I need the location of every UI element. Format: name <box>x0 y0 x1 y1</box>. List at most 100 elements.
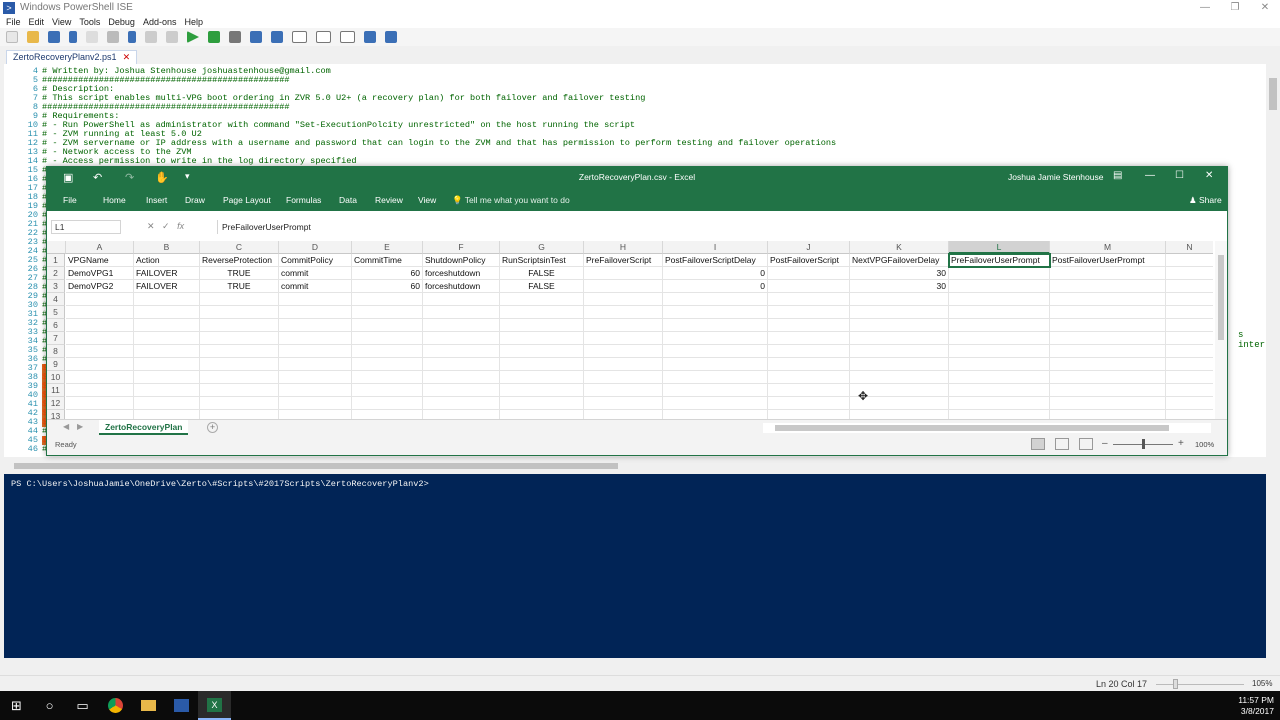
cell-h7[interactable] <box>584 332 663 345</box>
menu-item-view[interactable]: View <box>52 17 71 27</box>
cell-f9[interactable] <box>423 358 500 371</box>
normal-view-icon[interactable] <box>1031 438 1045 450</box>
cell-i9[interactable] <box>663 358 768 371</box>
cell-f2[interactable]: forceshutdown <box>423 267 500 280</box>
cell-j12[interactable] <box>768 397 850 410</box>
cell-d12[interactable] <box>279 397 352 410</box>
cell-f10[interactable] <box>423 371 500 384</box>
cell-c2[interactable]: TRUE <box>200 267 279 280</box>
column-header-m[interactable]: M <box>1050 241 1166 254</box>
cell-k1[interactable]: NextVPGFailoverDelay <box>850 254 949 267</box>
ribbon-tab-file[interactable]: File <box>63 195 77 205</box>
ribbon-tab-insert[interactable]: Insert <box>146 195 167 205</box>
cell-g8[interactable] <box>500 345 584 358</box>
cell-f1[interactable]: ShutdownPolicy <box>423 254 500 267</box>
cell-g6[interactable] <box>500 319 584 332</box>
cell-g12[interactable] <box>500 397 584 410</box>
cell-i8[interactable] <box>663 345 768 358</box>
excel-window[interactable]: ▣ ↶ ↷ ✋ ▾ ZertoRecoveryPlan.csv - Excel … <box>46 166 1228 456</box>
cell-e11[interactable] <box>352 384 423 397</box>
cell-a3[interactable]: DemoVPG2 <box>66 280 134 293</box>
cell-m7[interactable] <box>1050 332 1166 345</box>
editor-hscroll-thumb[interactable] <box>14 463 618 469</box>
ribbon-tab-view[interactable]: View <box>418 195 436 205</box>
cell-d11[interactable] <box>279 384 352 397</box>
row-header[interactable]: 7 <box>47 332 65 345</box>
cell-h13[interactable] <box>584 410 663 419</box>
cell-a7[interactable] <box>66 332 134 345</box>
cell-j5[interactable] <box>768 306 850 319</box>
column-header-g[interactable]: G <box>500 241 584 254</box>
column-header-i[interactable]: I <box>663 241 768 254</box>
cell-d5[interactable] <box>279 306 352 319</box>
cell-d7[interactable] <box>279 332 352 345</box>
undo-icon[interactable] <box>145 31 157 43</box>
cell-b9[interactable] <box>134 358 200 371</box>
cell-m10[interactable] <box>1050 371 1166 384</box>
cell-b13[interactable] <box>134 410 200 419</box>
cell-a12[interactable] <box>66 397 134 410</box>
cell-d9[interactable] <box>279 358 352 371</box>
cell-d3[interactable]: commit <box>279 280 352 293</box>
cell-b2[interactable]: FAILOVER <box>134 267 200 280</box>
cell-f13[interactable] <box>423 410 500 419</box>
column-header-h[interactable]: H <box>584 241 663 254</box>
remote-powershell-icon[interactable] <box>250 31 262 43</box>
cut-icon[interactable] <box>69 31 77 43</box>
tell-me-box[interactable]: 💡 Tell me what you want to do <box>452 195 570 206</box>
ribbon-tab-formulas[interactable]: Formulas <box>286 195 321 205</box>
cell-k3[interactable]: 30 <box>850 280 949 293</box>
cell-n9[interactable] <box>1166 358 1213 371</box>
cell-e6[interactable] <box>352 319 423 332</box>
cell-i7[interactable] <box>663 332 768 345</box>
cell-e5[interactable] <box>352 306 423 319</box>
cell-g13[interactable] <box>500 410 584 419</box>
cell-g10[interactable] <box>500 371 584 384</box>
cell-j11[interactable] <box>768 384 850 397</box>
cell-c8[interactable] <box>200 345 279 358</box>
cell-h1[interactable]: PreFailoverScript <box>584 254 663 267</box>
cell-d1[interactable]: CommitPolicy <box>279 254 352 267</box>
cell-a9[interactable] <box>66 358 134 371</box>
cell-i3[interactable]: 0 <box>663 280 768 293</box>
ribbon-tab-draw[interactable]: Draw <box>185 195 205 205</box>
cell-e8[interactable] <box>352 345 423 358</box>
redo-icon[interactable] <box>166 31 178 43</box>
cell-e4[interactable] <box>352 293 423 306</box>
cell-f5[interactable] <box>423 306 500 319</box>
cell-g3[interactable]: FALSE <box>500 280 584 293</box>
row-header[interactable]: 11 <box>47 384 65 397</box>
cell-g4[interactable] <box>500 293 584 306</box>
clear-console-icon[interactable] <box>128 31 136 43</box>
cell-i12[interactable] <box>663 397 768 410</box>
zoom-slider-track[interactable] <box>1156 684 1244 685</box>
taskbar-clock[interactable]: 11:57 PM 3/8/2017 <box>1238 695 1274 717</box>
add-sheet-icon[interactable]: + <box>207 422 218 433</box>
cell-g11[interactable] <box>500 384 584 397</box>
cell-i11[interactable] <box>663 384 768 397</box>
signed-in-user[interactable]: Joshua Jamie Stenhouse <box>1008 172 1103 182</box>
cell-c7[interactable] <box>200 332 279 345</box>
cell-m12[interactable] <box>1050 397 1166 410</box>
cell-m2[interactable] <box>1050 267 1166 280</box>
cell-e2[interactable]: 60 <box>352 267 423 280</box>
cell-n10[interactable] <box>1166 371 1213 384</box>
tab-zertorecoveryplanv2[interactable]: ZertoRecoveryPlanv2.ps1 ✕ <box>6 50 138 64</box>
cell-d8[interactable] <box>279 345 352 358</box>
cell-b6[interactable] <box>134 319 200 332</box>
cell-l4[interactable] <box>949 293 1050 306</box>
row-header[interactable]: 10 <box>47 371 65 384</box>
menu-item-debug[interactable]: Debug <box>108 17 135 27</box>
cell-j4[interactable] <box>768 293 850 306</box>
powershell-console-icon[interactable] <box>271 31 283 43</box>
cell-l9[interactable] <box>949 358 1050 371</box>
cell-h5[interactable] <box>584 306 663 319</box>
cell-d13[interactable] <box>279 410 352 419</box>
ribbon-tab-home[interactable]: Home <box>103 195 126 205</box>
cell-f7[interactable] <box>423 332 500 345</box>
formula-input[interactable]: PreFailoverUserPrompt <box>217 220 1217 234</box>
cell-f8[interactable] <box>423 345 500 358</box>
cell-n6[interactable] <box>1166 319 1213 332</box>
cell-c11[interactable] <box>200 384 279 397</box>
editor-horizontal-scrollbar[interactable] <box>4 460 1266 472</box>
